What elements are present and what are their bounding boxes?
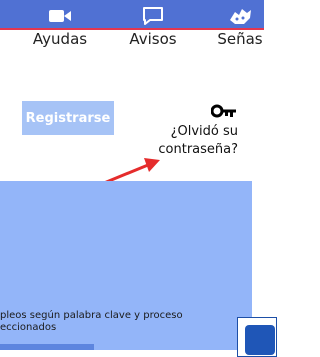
forgot-password-link[interactable]: ¿Olvidó su contraseña?	[138, 123, 238, 159]
panel-text-line2: eccionados	[0, 322, 57, 333]
video-camera-icon	[49, 10, 71, 22]
facebook-button[interactable]	[237, 317, 277, 357]
panel-strip	[0, 344, 94, 350]
panel-description: pleos según palabra clave y proceso ecci…	[0, 310, 250, 334]
key-icon[interactable]	[211, 104, 237, 118]
forgot-password-line1: ¿Olvidó su	[170, 124, 238, 139]
nav-item-senas[interactable]: Señas	[210, 0, 270, 50]
nav-label-ayudas: Ayudas	[32, 30, 88, 48]
sign-language-icon	[230, 9, 251, 24]
nav-label-avisos: Avisos	[129, 30, 177, 48]
message-bubble-icon	[143, 7, 163, 25]
nav-item-avisos[interactable]: Avisos	[124, 0, 182, 50]
panel-text-line1: pleos según palabra clave y proceso	[0, 310, 183, 321]
nav-label-senas: Señas	[217, 30, 263, 48]
facebook-icon	[245, 325, 275, 355]
nav-item-ayudas[interactable]: Ayudas	[27, 0, 93, 50]
register-button[interactable]: Registrarse	[22, 101, 114, 135]
